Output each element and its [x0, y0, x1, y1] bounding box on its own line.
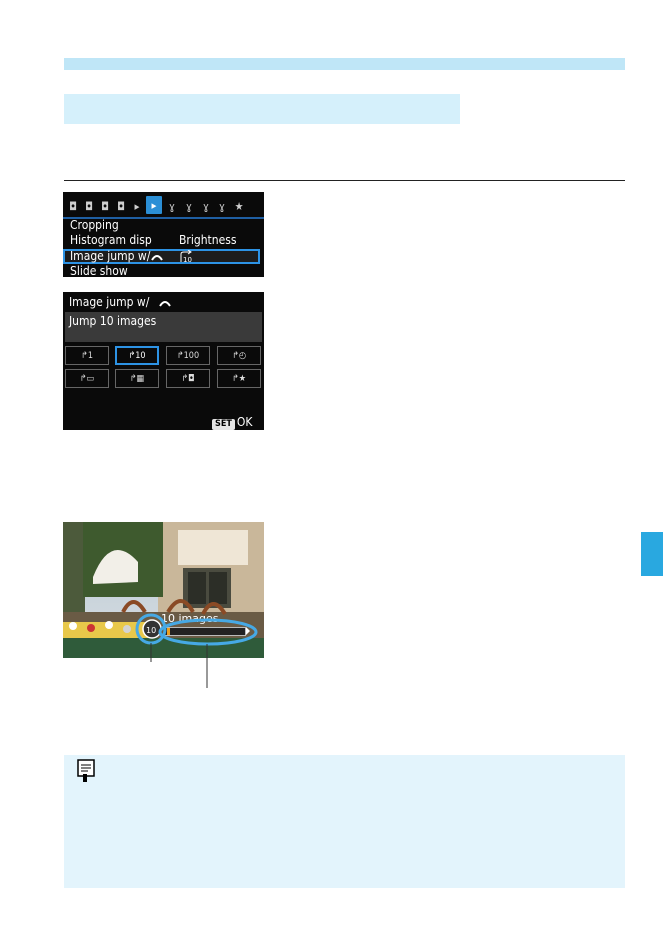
menu-item-value: Brightness	[179, 233, 237, 247]
my-menu-tab-icon[interactable]: ★	[233, 200, 245, 212]
divider-line	[64, 180, 625, 181]
progress-bar-callout-ring	[158, 618, 258, 646]
camera-3-tab-icon[interactable]: ◘	[99, 200, 111, 212]
menu-tab-row: ◘ ◘ ◘ ◘ ▸ ▸ ɣ ɣ ɣ ɣ ★	[63, 192, 264, 217]
memo-icon	[77, 759, 95, 782]
folder-jump-icon[interactable]: ↱▭	[65, 369, 109, 388]
setup-4-tab-icon[interactable]: ɣ	[216, 200, 228, 212]
section-title-bar	[64, 94, 460, 124]
dial-icon	[151, 255, 163, 261]
100-image-jump-icon[interactable]: ↱100	[166, 346, 210, 365]
menu-item-slide-show[interactable]: Slide show	[63, 264, 264, 279]
menu-item-histogram[interactable]: Histogram disp Brightness	[63, 233, 264, 248]
callout-lines	[135, 613, 258, 688]
set-badge: SET	[212, 419, 235, 430]
movie-jump-icon[interactable]: ↱▦	[115, 369, 159, 388]
image-jump-dialog: Image jump w/ Jump 10 images ↱1 ↱10 ↱100…	[63, 292, 264, 430]
camera-2-tab-icon[interactable]: ◘	[83, 200, 95, 212]
menu-item-label: Image jump w/	[70, 249, 151, 263]
menu-item-label: Slide show	[70, 264, 128, 278]
menu-item-cropping[interactable]: Cropping	[63, 218, 264, 233]
dial-icon	[159, 301, 171, 307]
menu-item-label: Histogram disp	[70, 233, 152, 247]
camera-4-tab-icon[interactable]: ◘	[115, 200, 127, 212]
setup-2-tab-icon[interactable]: ɣ	[183, 200, 195, 212]
playback-menu-screen: ◘ ◘ ◘ ◘ ▸ ▸ ɣ ɣ ɣ ɣ ★ Cropping Histogram…	[63, 192, 264, 279]
setup-1-tab-icon[interactable]: ɣ	[166, 200, 178, 212]
stills-jump-icon[interactable]: ↱◘	[166, 369, 210, 388]
playback-2-tab-icon[interactable]: ▸	[146, 196, 162, 214]
menu-item-label: Cropping	[70, 218, 119, 232]
note-box	[64, 755, 625, 888]
menu-item-image-jump[interactable]: Image jump w/ 10	[63, 249, 260, 264]
date-jump-icon[interactable]: ↱◴	[217, 346, 261, 365]
10-image-jump-icon: 10	[180, 250, 192, 263]
set-ok-button[interactable]: SET OK	[212, 415, 252, 430]
10-image-jump-icon[interactable]: ↱10	[115, 346, 159, 365]
header-band	[64, 58, 625, 70]
setup-3-tab-icon[interactable]: ɣ	[200, 200, 212, 212]
camera-1-tab-icon[interactable]: ◘	[67, 200, 79, 212]
selected-option-description: Jump 10 images	[69, 314, 157, 328]
1-image-jump-icon[interactable]: ↱1	[65, 346, 109, 365]
ok-label: OK	[236, 415, 253, 429]
chapter-side-tab	[641, 532, 663, 576]
svg-text:10: 10	[183, 256, 192, 263]
dialog-title: Image jump w/	[69, 295, 150, 309]
rating-jump-icon[interactable]: ↱★	[217, 369, 261, 388]
playback-1-tab-icon[interactable]: ▸	[131, 200, 143, 212]
